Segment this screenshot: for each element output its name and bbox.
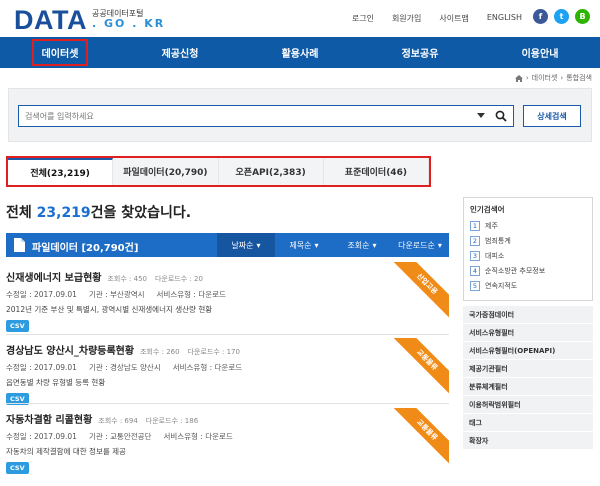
chevron-down-icon: ▾ <box>256 240 261 250</box>
filter-extension[interactable]: 확장자 <box>463 432 593 450</box>
divider <box>6 334 449 335</box>
main-nav: 데이터셋 제공신청 활용사례 정보공유 이용안내 <box>0 37 600 68</box>
item-description: 읍면동별 차량 유형별 등록 현황 <box>6 378 106 387</box>
item-service: 서비스유형 : 다운로드 <box>172 363 243 372</box>
category-ribbon: 교통물류 <box>393 338 449 394</box>
tab-standard-data[interactable]: 표준데이터(46) <box>323 158 429 185</box>
sort-by-date[interactable]: 날짜순 ▾ <box>217 233 275 257</box>
list-item: 신재생에너지 보급현황 조회수 : 450 다운로드수 : 20 수정일 : 201… <box>6 269 449 332</box>
signup-link[interactable]: 회원가입 <box>392 13 421 24</box>
logo-domain: . GO . KR <box>91 17 166 31</box>
popular-search-item[interactable]: 5 연속지적도 <box>470 281 586 291</box>
result-count: 23,219 <box>36 205 91 221</box>
item-description: 2012년 기준 부산 및 특별시, 광역시별 신재생에너지 생산량 현황 <box>6 305 213 314</box>
item-title[interactable]: 신재생에너지 보급현황 <box>6 273 101 284</box>
breadcrumb-current: 통합검색 <box>566 74 592 82</box>
site-logo[interactable]: DATA 공공데이터포털 . GO . KR <box>14 4 166 35</box>
item-views: 조회수 : 694 <box>98 417 138 425</box>
search-input[interactable] <box>25 106 485 126</box>
filter-service-type-openapi[interactable]: 서비스유형필터(OPENAPI) <box>463 342 593 360</box>
item-downloads: 다운로드수 : 186 <box>145 417 199 425</box>
english-link[interactable]: ENGLISH <box>487 13 522 24</box>
filter-service-type[interactable]: 서비스유형필터 <box>463 324 593 342</box>
list-item: 자동차결함 리콜현황 조회수 : 694 다운로드수 : 186 수정일 : 201… <box>6 411 449 474</box>
dropdown-caret-icon[interactable] <box>477 113 485 118</box>
popular-search-item[interactable]: 3 대피소 <box>470 251 586 261</box>
sort-options: 날짜순 ▾ 제목순 ▾ 조회순 ▾ 다운로드순 ▾ <box>217 233 449 257</box>
item-downloads: 다운로드수 : 20 <box>154 275 203 283</box>
item-org: 기관 : 경상남도 양산시 <box>88 363 161 372</box>
nav-item-share[interactable]: 정보공유 <box>360 37 480 68</box>
popular-search-item[interactable]: 4 순직소방관 추모정보 <box>470 266 586 276</box>
category-ribbon: 교통물류 <box>393 408 449 464</box>
item-title[interactable]: 자동차결함 리콜현황 <box>6 415 92 426</box>
chevron-down-icon: ▾ <box>372 240 377 250</box>
popular-search-item[interactable]: 2 범죄통계 <box>470 236 586 246</box>
breadcrumb-item[interactable]: 데이터셋 <box>532 73 558 83</box>
chevron-down-icon: ▾ <box>437 240 442 250</box>
chevron-down-icon: ▾ <box>314 240 319 250</box>
format-badge[interactable]: CSV <box>6 320 29 332</box>
divider <box>6 403 449 404</box>
item-views: 조회수 : 260 <box>140 348 180 356</box>
nav-item-guide[interactable]: 이용안내 <box>480 37 600 68</box>
filter-sidebar: 인기검색어 1 제주 2 범죄통계 3 대피소 4 순직소방관 추모정보 5 연속지적도 … <box>463 197 593 450</box>
item-modified: 수정일 : 2017.09.01 <box>6 363 77 372</box>
item-service: 서비스유형 : 다운로드 <box>163 432 233 441</box>
sort-by-downloads[interactable]: 다운로드순 ▾ <box>391 233 449 257</box>
tab-open-api[interactable]: 오픈API(2,383) <box>218 158 324 185</box>
home-icon[interactable] <box>514 74 523 82</box>
facebook-icon[interactable]: f <box>533 9 548 24</box>
login-link[interactable]: 로그인 <box>352 13 374 24</box>
result-tabs: 전체(23,219) 파일데이터(20,790) 오픈API(2,383) 표준… <box>6 156 431 187</box>
filter-national-key-data[interactable]: 국가중점데이터 <box>463 306 593 324</box>
filter-category[interactable]: 분류체계필터 <box>463 378 593 396</box>
result-summary: 전체 23,219건을 찾았습니다. <box>6 205 192 221</box>
nav-item-dataset[interactable]: 데이터셋 <box>0 37 120 68</box>
nav-item-usecase[interactable]: 활용사례 <box>240 37 360 68</box>
file-data-header: 파일데이터 [20,790건] 날짜순 ▾ 제목순 ▾ 조회순 ▾ 다운로드순 ▾ <box>6 233 449 257</box>
item-org: 기관 : 부산광역시 <box>88 290 145 299</box>
item-org: 기관 : 교통안전공단 <box>88 432 152 441</box>
search-icon[interactable] <box>495 110 507 122</box>
logo-text: DATA <box>14 4 87 35</box>
social-links: f t B <box>533 9 590 24</box>
blog-icon[interactable]: B <box>575 9 590 24</box>
tab-file-data[interactable]: 파일데이터(20,790) <box>113 158 219 185</box>
advanced-search-button[interactable]: 상세검색 <box>523 105 581 127</box>
search-box <box>18 105 514 127</box>
format-badge[interactable]: CSV <box>6 462 29 474</box>
nav-item-request[interactable]: 제공신청 <box>120 37 240 68</box>
popular-searches-title: 인기검색어 <box>470 205 505 214</box>
popular-searches: 인기검색어 1 제주 2 범죄통계 3 대피소 4 순직소방관 추모정보 5 연속지적도 <box>463 197 593 301</box>
item-title[interactable]: 경상남도 양산시_차량등록현황 <box>6 346 134 357</box>
item-modified: 수정일 : 2017.09.01 <box>6 290 77 299</box>
filter-provider[interactable]: 제공기관필터 <box>463 360 593 378</box>
item-service: 서비스유형 : 다운로드 <box>156 290 226 299</box>
item-downloads: 다운로드수 : 170 <box>187 348 240 356</box>
breadcrumb: › 데이터셋 › 통합검색 <box>514 73 592 83</box>
sort-by-title[interactable]: 제목순 ▾ <box>275 233 333 257</box>
top-links: 로그인 회원가입 사이트맵 ENGLISH <box>352 13 522 24</box>
sort-by-views[interactable]: 조회순 ▾ <box>333 233 391 257</box>
list-item: 경상남도 양산시_차량등록현황 조회수 : 260 다운로드수 : 170 수정일 … <box>6 342 449 405</box>
item-description: 자동차의 제작결함에 대한 정보를 제공 <box>6 447 126 456</box>
item-views: 조회수 : 450 <box>107 275 147 283</box>
file-data-title: 파일데이터 [20,790건] <box>32 243 139 254</box>
popular-search-item[interactable]: 1 제주 <box>470 221 586 231</box>
document-icon <box>14 238 25 252</box>
tab-all[interactable]: 전체(23,219) <box>8 158 114 185</box>
sitemap-link[interactable]: 사이트맵 <box>439 13 468 24</box>
category-ribbon: 산업고용 <box>393 262 449 318</box>
item-modified: 수정일 : 2017.09.01 <box>6 432 77 441</box>
twitter-icon[interactable]: t <box>554 9 569 24</box>
filter-tag[interactable]: 태그 <box>463 414 593 432</box>
filter-license[interactable]: 이용허락범위필터 <box>463 396 593 414</box>
